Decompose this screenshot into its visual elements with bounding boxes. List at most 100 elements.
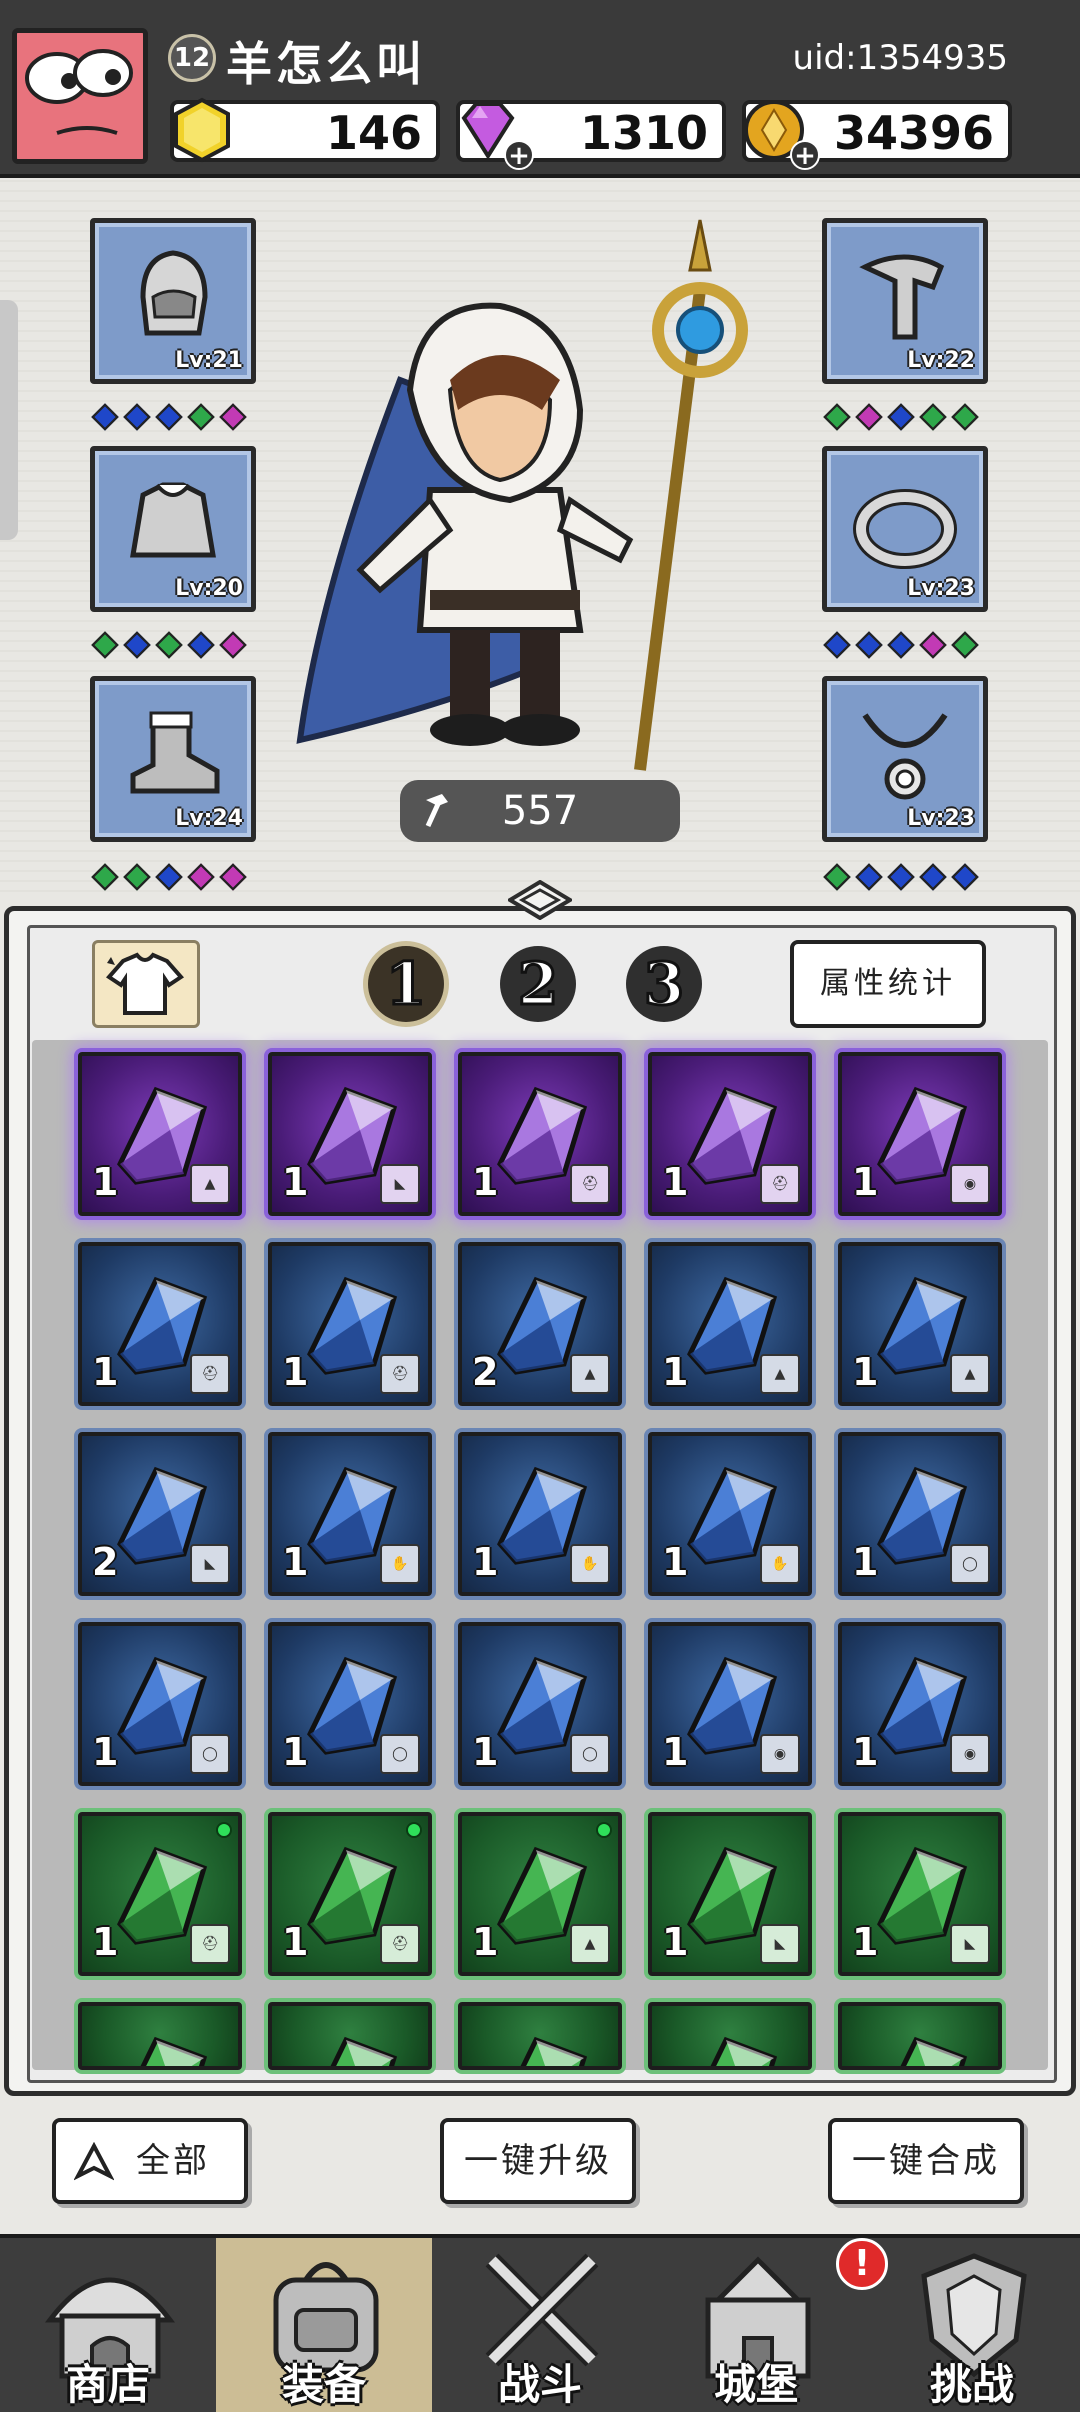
equip-slot-helmet[interactable]: Lv:21	[90, 218, 256, 384]
outfit-button[interactable]	[92, 940, 200, 1028]
inventory-slot[interactable]: 2 ▲	[458, 1242, 622, 1406]
item-count: 1	[662, 1540, 689, 1584]
nav-challenge-label: 挑战	[929, 2360, 1014, 2409]
player-avatar[interactable]	[12, 28, 148, 164]
add-coin-button[interactable]: +	[790, 140, 820, 170]
loadout-tab-2[interactable]: 2	[500, 946, 576, 1022]
item-count: 1	[852, 1730, 879, 1774]
equip-slot-gloves[interactable]: Lv:22	[822, 218, 988, 384]
coin-counter[interactable]: + 34396	[742, 100, 1012, 170]
nav-battle[interactable]: 战斗	[432, 2238, 648, 2412]
panel-ornament-icon	[508, 880, 572, 920]
inventory-slot[interactable]: 1 ◯	[838, 1432, 1002, 1596]
gem-socket	[823, 403, 851, 431]
inventory-slot[interactable]: 1 ◣	[838, 1812, 1002, 1976]
boots-type-icon: ◣	[190, 1544, 230, 1584]
item-count: 1	[92, 1350, 119, 1394]
item-count: 1	[852, 1350, 879, 1394]
ring-type-icon: ◯	[950, 1544, 990, 1584]
inventory-slot[interactable]	[648, 2002, 812, 2070]
helmet-type-icon: ⛑	[380, 1924, 420, 1964]
gold-gem-counter[interactable]: 146	[170, 97, 440, 163]
gem-socket	[219, 403, 247, 431]
necklace-gem-sockets	[823, 863, 979, 891]
gem-socket	[123, 863, 151, 891]
inventory-slot[interactable]: 2 ◣	[78, 1432, 242, 1596]
inventory-slot[interactable]: 1 ▲	[648, 1242, 812, 1406]
gloves-icon	[859, 254, 945, 340]
gem-socket	[823, 631, 851, 659]
inventory-slot[interactable]: 1 ◣	[268, 1052, 432, 1216]
equip-slot-necklace[interactable]: Lv:23	[822, 676, 988, 842]
diamond-counter[interactable]: + 1310	[456, 100, 726, 170]
crystal-icon	[710, 2036, 778, 2066]
nav-equipment[interactable]: 装备	[216, 2238, 432, 2412]
item-count: 1	[472, 1730, 499, 1774]
gem-socket	[219, 863, 247, 891]
hero-mage-character[interactable]	[280, 210, 800, 790]
inventory-slot[interactable]: 1 ◯	[78, 1622, 242, 1786]
item-count: 1	[282, 1730, 309, 1774]
equip-slot-boots[interactable]: Lv:24	[90, 676, 256, 842]
inventory-slot[interactable]	[268, 2002, 432, 2070]
equip-slot-ring[interactable]: Lv:23	[822, 446, 988, 612]
inventory-slot[interactable]: 1 ⛑	[268, 1812, 432, 1976]
gold-gem-value: 146	[325, 106, 422, 160]
necklace-type-icon: ◉	[760, 1734, 800, 1774]
upgrade-all-button[interactable]: 一键升级	[440, 2118, 636, 2204]
inventory-slot[interactable]: 1 ◉	[838, 1052, 1002, 1216]
item-count: 1	[852, 1540, 879, 1584]
hero-power: 557	[400, 780, 680, 842]
slot-level: Lv:22	[907, 348, 975, 373]
helmet-type-icon: ⛑	[190, 1924, 230, 1964]
top-bar: 12 羊怎么叫 uid:1354935 146 + 1310 + 34396	[0, 0, 1080, 178]
gem-socket	[855, 863, 883, 891]
item-count: 1	[282, 1350, 309, 1394]
inventory-slot[interactable]	[78, 2002, 242, 2070]
inventory-slot[interactable]: 1 ▲	[838, 1242, 1002, 1406]
gold-gem-icon	[174, 97, 230, 163]
item-count: 1	[472, 1540, 499, 1584]
filter-all-button[interactable]: 全部	[52, 2118, 248, 2204]
item-count: 1	[92, 1160, 119, 1204]
gem-socket	[919, 863, 947, 891]
inventory-slot[interactable]: 1 ▲	[78, 1052, 242, 1216]
inventory-slot[interactable]: 1 ⛑	[458, 1052, 622, 1216]
inventory-slot[interactable]: 1 ⛑	[268, 1242, 432, 1406]
slot-level: Lv:24	[175, 806, 243, 831]
gem-socket	[951, 403, 979, 431]
nav-shop[interactable]: 商店	[0, 2238, 216, 2412]
nav-equipment-label: 装备	[281, 2360, 366, 2409]
gem-socket	[919, 403, 947, 431]
nav-challenge[interactable]: 挑战	[864, 2238, 1080, 2412]
inventory-slot[interactable]: 1 ◯	[458, 1622, 622, 1786]
item-count: 1	[662, 1920, 689, 1964]
merge-all-button[interactable]: 一键合成	[828, 2118, 1024, 2204]
add-diamond-button[interactable]: +	[504, 140, 534, 170]
nav-castle[interactable]: 城堡	[648, 2238, 864, 2412]
inventory-slot[interactable]: 1 ◯	[268, 1622, 432, 1786]
side-drawer-handle[interactable]	[0, 300, 18, 540]
loadout-tab-3[interactable]: 3	[626, 946, 702, 1022]
inventory-slot[interactable]: 1 ⛑	[78, 1242, 242, 1406]
inventory-slot[interactable]	[458, 2002, 622, 2070]
inventory-slot[interactable]	[838, 2002, 1002, 2070]
hero-power-value: 557	[501, 788, 579, 834]
equip-slot-armor[interactable]: Lv:20	[90, 446, 256, 612]
inventory-slot[interactable]: 1 ▲	[458, 1812, 622, 1976]
inventory-slot[interactable]: 1 ◉	[648, 1622, 812, 1786]
inventory-slot[interactable]: 1 ◣	[648, 1812, 812, 1976]
inventory-slot[interactable]: 1 ✋	[458, 1432, 622, 1596]
boots-type-icon: ◣	[380, 1164, 420, 1204]
gem-socket	[155, 403, 183, 431]
inventory-slot[interactable]: 1 ✋	[648, 1432, 812, 1596]
loadout-tab-1[interactable]: 1	[368, 946, 444, 1022]
inventory-slot[interactable]: 1 ⛑	[78, 1812, 242, 1976]
inventory-slot[interactable]: 1 ✋	[268, 1432, 432, 1596]
attribute-stats-button[interactable]: 属性统计	[790, 940, 986, 1028]
castle-alert-badge: !	[836, 2238, 888, 2290]
bottom-navigation: 商店 装备 战斗 城堡 挑战	[0, 2234, 1080, 2412]
inventory-slot[interactable]: 1 ◉	[838, 1622, 1002, 1786]
inventory-slot[interactable]: 1 ⛑	[648, 1052, 812, 1216]
gem-socket	[919, 631, 947, 659]
